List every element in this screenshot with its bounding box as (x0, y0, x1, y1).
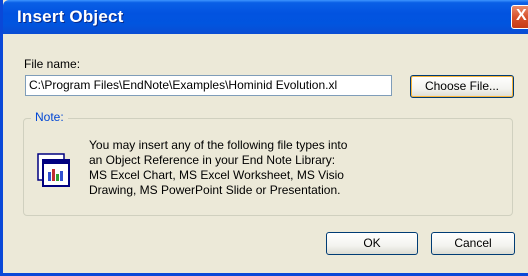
ok-button[interactable]: OK (326, 232, 418, 255)
note-line: an Object Reference in your End Note Lib… (89, 153, 336, 167)
note-legend: Note: (31, 110, 68, 124)
title-bar[interactable]: Insert Object X (3, 0, 528, 34)
note-line: Drawing, MS PowerPoint Slide or Presenta… (89, 183, 341, 197)
file-name-label: File name: (24, 57, 81, 71)
file-name-input[interactable]: C:\Program Files\EndNote\Examples\Homini… (25, 75, 392, 96)
note-text: You may insert any of the following file… (89, 138, 409, 198)
cancel-button[interactable]: Cancel (431, 232, 515, 255)
insert-object-dialog: Insert Object X File name: C:\Program Fi… (0, 0, 528, 276)
close-button[interactable]: X (511, 5, 528, 29)
object-chart-icon (35, 152, 71, 188)
note-line: MS Excel Chart, MS Excel Worksheet, MS V… (89, 168, 344, 182)
choose-file-button[interactable]: Choose File... (410, 75, 514, 98)
window-title: Insert Object (17, 7, 124, 26)
note-line: You may insert any of the following file… (89, 138, 348, 152)
